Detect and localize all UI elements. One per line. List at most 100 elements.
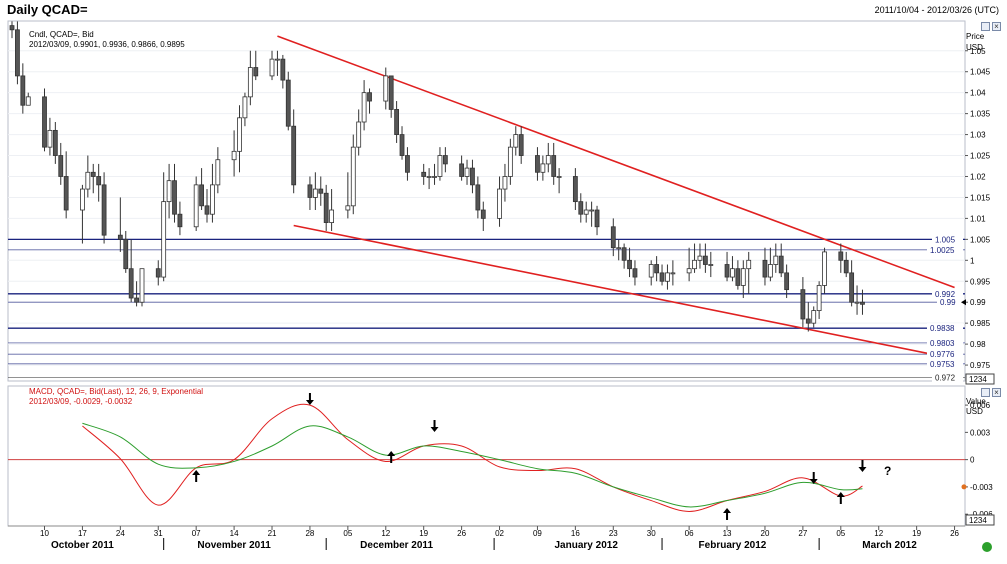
candle-down (291, 125, 297, 186)
candle-up (746, 259, 752, 270)
price-bottom-box-text: 1234 (969, 375, 987, 384)
candle-up (583, 209, 589, 215)
candle-down (421, 171, 427, 177)
month-label: December 2011 (360, 540, 433, 551)
candle-up (356, 121, 362, 148)
chart-svg[interactable]: 1.0051.00250.9920.990.98380.98030.97760.… (0, 0, 1007, 564)
candle-down (253, 67, 259, 77)
candle-down (572, 176, 578, 203)
price-level-label: 0.99 (940, 298, 956, 307)
price-level-label: 1.005 (935, 235, 956, 244)
candle-up (692, 259, 697, 270)
candle-down (42, 96, 47, 148)
candle-down (724, 264, 730, 278)
macd-tick-label: 0 (970, 456, 975, 465)
x-tick-label: 10 (40, 529, 49, 538)
candle-down (128, 268, 134, 299)
candle-up (80, 188, 85, 211)
candle-up (231, 150, 237, 161)
candle-up (345, 205, 351, 211)
month-label: November 2011 (197, 540, 271, 551)
candle-down (610, 226, 616, 249)
candle-up (686, 268, 692, 274)
x-tick-label: 16 (571, 529, 580, 538)
price-legend-line2: 2012/03/09, 0.9901, 0.9936, 0.9866, 0.98… (29, 40, 185, 49)
price-panel-frame (7, 20, 966, 382)
x-tick-label: 24 (116, 529, 125, 538)
candle-down (9, 25, 15, 31)
candle-up (697, 255, 703, 261)
price-tick-label: 1.005 (970, 235, 991, 244)
x-tick-label: 07 (192, 529, 201, 538)
month-label: January 2012 (555, 540, 619, 551)
price-legend-line1: Cndl, QCAD=, Bid (29, 30, 94, 39)
candle-down (535, 155, 540, 173)
candle-down (204, 205, 210, 215)
price-level-label: 0.9838 (930, 324, 955, 333)
candle-down (594, 209, 600, 228)
candle-up (502, 176, 508, 190)
candle-up (25, 96, 31, 106)
candle-up (432, 176, 437, 178)
candle-up (166, 180, 172, 203)
x-tick-label: 26 (457, 529, 466, 538)
x-tick-label: 23 (609, 529, 618, 538)
candle-down (784, 272, 790, 291)
candle-up (589, 209, 595, 212)
x-tick-label: 26 (950, 529, 959, 538)
x-tick-label: 17 (78, 529, 87, 538)
candle-down (621, 247, 627, 261)
macd-current-marker (961, 484, 967, 490)
candle-up (47, 129, 53, 148)
candle-up (556, 176, 562, 178)
candle-down (318, 188, 324, 194)
candle-up (85, 171, 91, 190)
candle-down (15, 29, 20, 77)
x-tick-label: 06 (685, 529, 694, 538)
x-tick-label: 05 (836, 529, 845, 538)
candle-down (285, 79, 291, 127)
price-level-label: 0.9753 (930, 360, 955, 369)
candle-up (139, 268, 145, 303)
candle-down (123, 238, 129, 270)
status-indicator-icon (982, 542, 992, 552)
candle-up (665, 272, 670, 282)
candle-down (442, 155, 448, 165)
candle-up (816, 285, 822, 311)
x-tick-label: 19 (912, 529, 921, 538)
candle-up (648, 264, 654, 278)
candle-up (193, 184, 199, 228)
x-tick-label: 02 (495, 529, 504, 538)
candle-down (323, 192, 329, 223)
x-tick-label: 14 (230, 529, 239, 538)
candle-down (470, 167, 475, 186)
price-tick-label: 0.98 (970, 340, 986, 349)
candle-down (843, 259, 849, 274)
x-tick-label: 31 (154, 529, 163, 538)
x-tick-label: 09 (533, 529, 542, 538)
x-tick-label: 21 (268, 529, 277, 538)
price-tick-label: 1.04 (970, 89, 986, 98)
candle-up (210, 184, 215, 215)
candle-up (540, 163, 546, 173)
price-level-label: 1.0025 (930, 246, 955, 255)
price-tick-label: 1.02 (970, 172, 986, 181)
candle-up (740, 268, 746, 286)
chart-window: Daily QCAD= 2011/10/04 - 2012/03/26 (UTC… (0, 0, 1007, 564)
candle-down (307, 184, 313, 198)
price-tick-label: 1.05 (970, 47, 986, 56)
candle-down (405, 155, 410, 173)
candle-down (199, 184, 204, 207)
candle-down (399, 134, 405, 156)
candle-down (654, 264, 660, 274)
candle-down (177, 213, 183, 228)
candle-down (702, 255, 708, 265)
candle-up (854, 301, 860, 304)
candle-down (394, 109, 400, 135)
price-level-label: 0.9803 (930, 339, 955, 348)
candle-down (632, 268, 638, 278)
candle-down (778, 255, 784, 274)
candle-up (383, 75, 389, 102)
price-tick-label: 1.03 (970, 131, 986, 140)
price-tick-label: 1.035 (970, 110, 991, 119)
